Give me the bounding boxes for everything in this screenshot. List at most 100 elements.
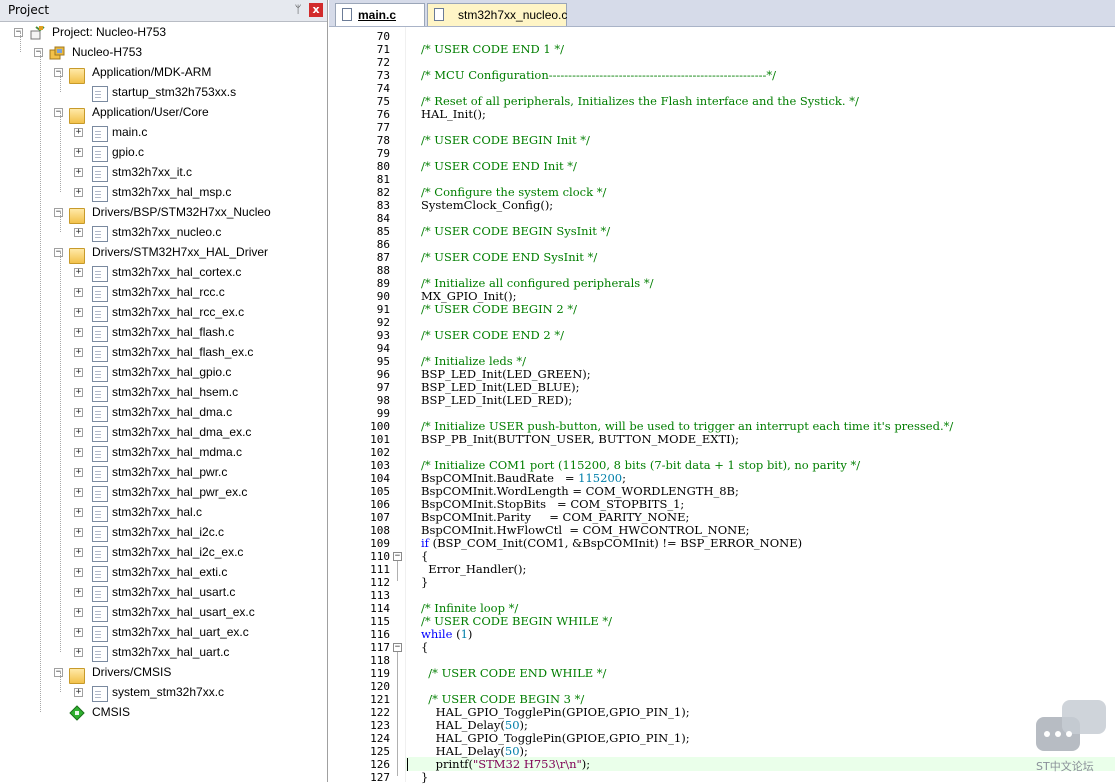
tree-file-item[interactable]: + stm32h7xx_hal_i2c_ex.c: [0, 543, 327, 563]
collapse-toggle-icon[interactable]: −: [54, 68, 63, 77]
tree-file-item[interactable]: + stm32h7xx_hal_dma.c: [0, 403, 327, 423]
code-text: HAL_Delay(: [421, 718, 505, 732]
expand-toggle-icon[interactable]: +: [74, 488, 83, 497]
tab-main-c[interactable]: main.c: [335, 3, 425, 26]
collapse-toggle-icon[interactable]: −: [54, 248, 63, 257]
tree-file-item[interactable]: + system_stm32h7xx.c: [0, 683, 327, 703]
code-line: /* USER CODE BEGIN SysInit */: [421, 225, 610, 238]
collapse-toggle-icon[interactable]: −: [14, 28, 23, 37]
tree-file-item[interactable]: + stm32h7xx_hal_rcc_ex.c: [0, 303, 327, 323]
expand-toggle-icon[interactable]: +: [74, 348, 83, 357]
tree-file-item[interactable]: + stm32h7xx_hal_rcc.c: [0, 283, 327, 303]
expand-toggle-icon[interactable]: +: [74, 288, 83, 297]
fold-toggle-icon[interactable]: −: [393, 643, 402, 652]
tree-file-item[interactable]: + stm32h7xx_hal_mdma.c: [0, 443, 327, 463]
expand-toggle-icon[interactable]: +: [74, 468, 83, 477]
tree-file-item[interactable]: startup_stm32h753xx.s: [0, 83, 327, 103]
line-number: 117: [370, 641, 390, 654]
expand-toggle-icon[interactable]: +: [74, 508, 83, 517]
expand-toggle-icon[interactable]: +: [74, 528, 83, 537]
collapse-toggle-icon[interactable]: −: [54, 668, 63, 677]
line-number: 113: [370, 589, 390, 602]
tree-file-item[interactable]: + stm32h7xx_hal_flash_ex.c: [0, 343, 327, 363]
tree-file-item[interactable]: + stm32h7xx_hal_gpio.c: [0, 363, 327, 383]
tree-group-item[interactable]: − Drivers/STM32H7xx_HAL_Driver: [0, 243, 327, 264]
expand-toggle-icon[interactable]: +: [74, 608, 83, 617]
tree-file-item[interactable]: + stm32h7xx_it.c: [0, 163, 327, 183]
tree-file-item[interactable]: + gpio.c: [0, 143, 327, 163]
expand-toggle-icon[interactable]: +: [74, 228, 83, 237]
expand-toggle-icon[interactable]: +: [74, 368, 83, 377]
expand-toggle-icon[interactable]: +: [74, 568, 83, 577]
tree-file-item[interactable]: + stm32h7xx_hal_usart_ex.c: [0, 603, 327, 623]
expand-toggle-icon[interactable]: +: [74, 388, 83, 397]
tab-stm32h7xx-nucleo-c[interactable]: stm32h7xx_nucleo.c: [427, 3, 567, 26]
line-number: 87: [376, 251, 390, 264]
expand-toggle-icon[interactable]: +: [74, 408, 83, 417]
code-text: BSP_PB_Init(BUTTON_USER, BUTTON_MODE_EXT…: [421, 432, 740, 446]
code-text: {: [421, 640, 429, 654]
tree-file-item[interactable]: + stm32h7xx_hal.c: [0, 503, 327, 523]
collapse-toggle-icon[interactable]: −: [54, 108, 63, 117]
tree-file-item[interactable]: + stm32h7xx_hal_msp.c: [0, 183, 327, 203]
expand-toggle-icon[interactable]: +: [74, 128, 83, 137]
project-icon: [29, 25, 45, 41]
expand-toggle-icon[interactable]: +: [74, 188, 83, 197]
expand-toggle-icon[interactable]: +: [74, 328, 83, 337]
code-line: BSP_LED_Init(LED_RED);: [421, 394, 572, 407]
line-number: 100: [370, 420, 390, 433]
expand-toggle-icon[interactable]: +: [74, 268, 83, 277]
close-panel-button[interactable]: x: [309, 3, 323, 17]
expand-toggle-icon[interactable]: +: [74, 448, 83, 457]
fold-toggle-icon[interactable]: −: [393, 552, 402, 561]
expand-toggle-icon[interactable]: +: [74, 548, 83, 557]
line-number: 121: [370, 693, 390, 706]
expand-toggle-icon[interactable]: +: [74, 148, 83, 157]
tree-file-item[interactable]: + stm32h7xx_hal_exti.c: [0, 563, 327, 583]
code-line: /* USER CODE BEGIN Init */: [421, 134, 590, 147]
expand-toggle-icon[interactable]: +: [74, 428, 83, 437]
pin-icon[interactable]: ᛘ: [292, 3, 304, 17]
tree-file-item[interactable]: + stm32h7xx_hal_usart.c: [0, 583, 327, 603]
line-number: 77: [376, 121, 390, 134]
tree-group-item[interactable]: − Drivers/CMSIS: [0, 663, 327, 684]
tree-file-item[interactable]: + stm32h7xx_nucleo.c: [0, 223, 327, 243]
expand-toggle-icon[interactable]: +: [74, 588, 83, 597]
expand-toggle-icon[interactable]: +: [74, 168, 83, 177]
expand-toggle-icon[interactable]: +: [74, 308, 83, 317]
tree-group-item[interactable]: − Application/MDK-ARM: [0, 63, 327, 84]
code-text: ): [467, 627, 473, 641]
chat-bubble-icon: [1062, 700, 1106, 734]
code-number: 115200: [578, 471, 623, 485]
project-panel-header: Project ᛘ x: [0, 0, 327, 22]
collapse-toggle-icon[interactable]: −: [54, 208, 63, 217]
code-text: );: [581, 757, 591, 771]
tree-file-item[interactable]: + stm32h7xx_hal_cortex.c: [0, 263, 327, 283]
code-editor[interactable]: 70 71 72 73 74 75 76 77 78 79 80 81 82 83 84 85 86 87 88 89…: [329, 27, 1115, 784]
tree-file-item[interactable]: + stm32h7xx_hal_pwr_ex.c: [0, 483, 327, 503]
tree-file-item[interactable]: + stm32h7xx_hal_dma_ex.c: [0, 423, 327, 443]
tree-file-item[interactable]: + stm32h7xx_hal_pwr.c: [0, 463, 327, 483]
target-icon: [49, 45, 65, 61]
line-number-gutter: 70 71 72 73 74 75 76 77 78 79 80 81 82 83 84 85 86 87 88 89…: [329, 27, 392, 784]
expand-toggle-icon[interactable]: +: [74, 688, 83, 697]
tree-file-item[interactable]: + stm32h7xx_hal_uart.c: [0, 643, 327, 663]
tree-group-item[interactable]: − Application/User/Core: [0, 103, 327, 124]
tree-file-item[interactable]: + stm32h7xx_hal_uart_ex.c: [0, 623, 327, 643]
tree-file-item[interactable]: + stm32h7xx_hal_flash.c: [0, 323, 327, 343]
collapse-toggle-icon[interactable]: −: [34, 48, 43, 57]
tree-item[interactable]: − Project: Nucleo-H753: [0, 23, 327, 43]
tree-item[interactable]: − Nucleo-H753: [0, 43, 327, 63]
expand-toggle-icon[interactable]: +: [74, 628, 83, 637]
code-text: BSP_LED_Init(LED_RED);: [421, 393, 573, 407]
tree-item-label: stm32h7xx_hal_msp.c: [112, 185, 232, 199]
tree-file-item[interactable]: + stm32h7xx_hal_hsem.c: [0, 383, 327, 403]
tree-group-item[interactable]: − Drivers/BSP/STM32H7xx_Nucleo: [0, 203, 327, 224]
code-number: 50: [504, 744, 520, 758]
tree-item[interactable]: CMSIS: [0, 703, 327, 723]
tree-item-label: stm32h7xx_hal_i2c.c: [112, 525, 225, 539]
tree-file-item[interactable]: + stm32h7xx_hal_i2c.c: [0, 523, 327, 543]
code-line: while (1): [421, 628, 472, 641]
tree-file-item[interactable]: + main.c: [0, 123, 327, 143]
expand-toggle-icon[interactable]: +: [74, 648, 83, 657]
